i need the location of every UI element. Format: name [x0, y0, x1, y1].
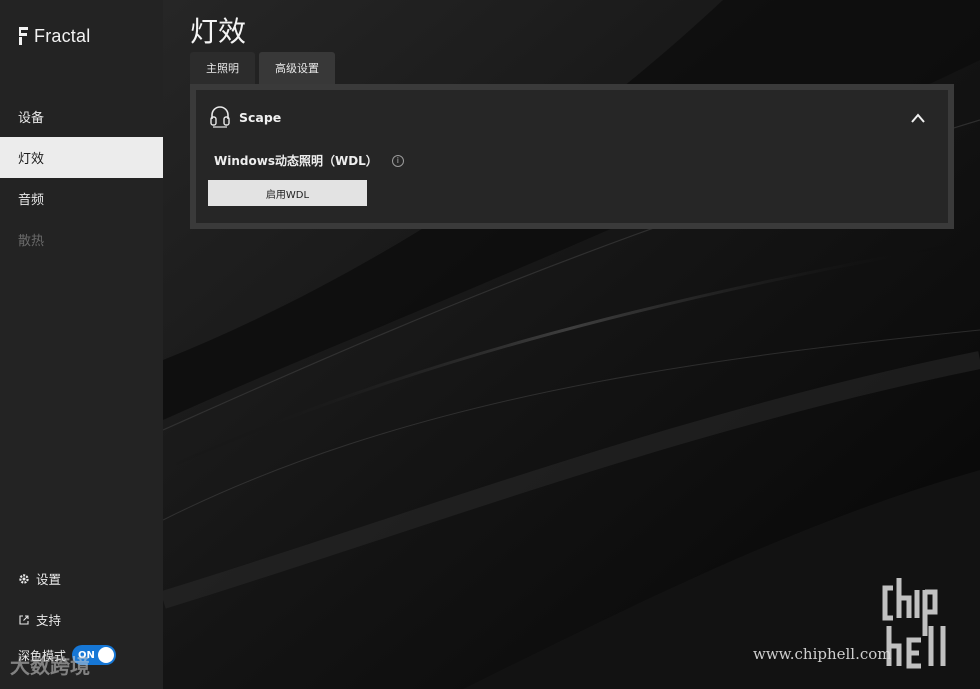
watermark-left: 大数跨境 [10, 650, 90, 679]
wdl-row: Windows动态照明（WDL） i [214, 152, 404, 169]
info-icon[interactable]: i [391, 154, 404, 167]
device-name: Scape [239, 109, 282, 125]
sidebar-item-lighting[interactable]: 灯效 [0, 137, 163, 178]
settings-label: 设置 [36, 572, 62, 587]
main-content: 灯效 主照明 高级设置 Scape Windows动态照明（WDL） i 启用W… [163, 0, 980, 689]
sidebar: Fractal 设备 灯效 音频 散热 设置 支持 深色模式 ON [0, 0, 163, 689]
device-panel: Scape Windows动态照明（WDL） i 启用WDL [190, 84, 954, 229]
tab-main-lighting[interactable]: 主照明 [190, 52, 255, 84]
sidebar-nav: 设备 灯效 音频 散热 [0, 96, 163, 260]
external-link-icon [19, 614, 29, 625]
chiphell-watermark-logo [882, 578, 946, 669]
device-header: Scape [209, 105, 281, 129]
sidebar-item-audio[interactable]: 音频 [0, 178, 163, 219]
sidebar-item-cooling: 散热 [0, 219, 163, 260]
sidebar-bottom-nav: 设置 支持 [0, 558, 163, 640]
sidebar-item-label: 设备 [18, 111, 45, 126]
tab-advanced-settings[interactable]: 高级设置 [259, 52, 335, 84]
fractal-logo-icon [19, 27, 28, 45]
gear-icon [19, 573, 29, 584]
chevron-up-icon[interactable] [910, 112, 926, 124]
logo-text: Fractal [34, 25, 91, 46]
device-card: Scape Windows动态照明（WDL） i 启用WDL [196, 90, 948, 223]
sidebar-item-label: 散热 [18, 234, 45, 249]
sidebar-item-devices[interactable]: 设备 [0, 96, 163, 137]
watermark-url: www.chiphell.com [753, 645, 892, 663]
enable-wdl-button[interactable]: 启用WDL [208, 180, 367, 206]
headset-icon [210, 106, 230, 128]
fractal-logo: Fractal [16, 22, 90, 50]
sidebar-item-label: 音频 [18, 193, 45, 208]
sidebar-item-label: 灯效 [18, 152, 45, 167]
watermark-left-text: 大数跨境 [10, 654, 90, 678]
sidebar-item-settings[interactable]: 设置 [0, 558, 163, 599]
wdl-label: Windows动态照明（WDL） [214, 154, 378, 168]
tab-bar: 主照明 高级设置 [190, 52, 335, 84]
sidebar-item-support[interactable]: 支持 [0, 599, 163, 640]
page-title: 灯效 [190, 15, 247, 48]
toggle-knob [98, 647, 115, 663]
support-label: 支持 [36, 613, 62, 628]
